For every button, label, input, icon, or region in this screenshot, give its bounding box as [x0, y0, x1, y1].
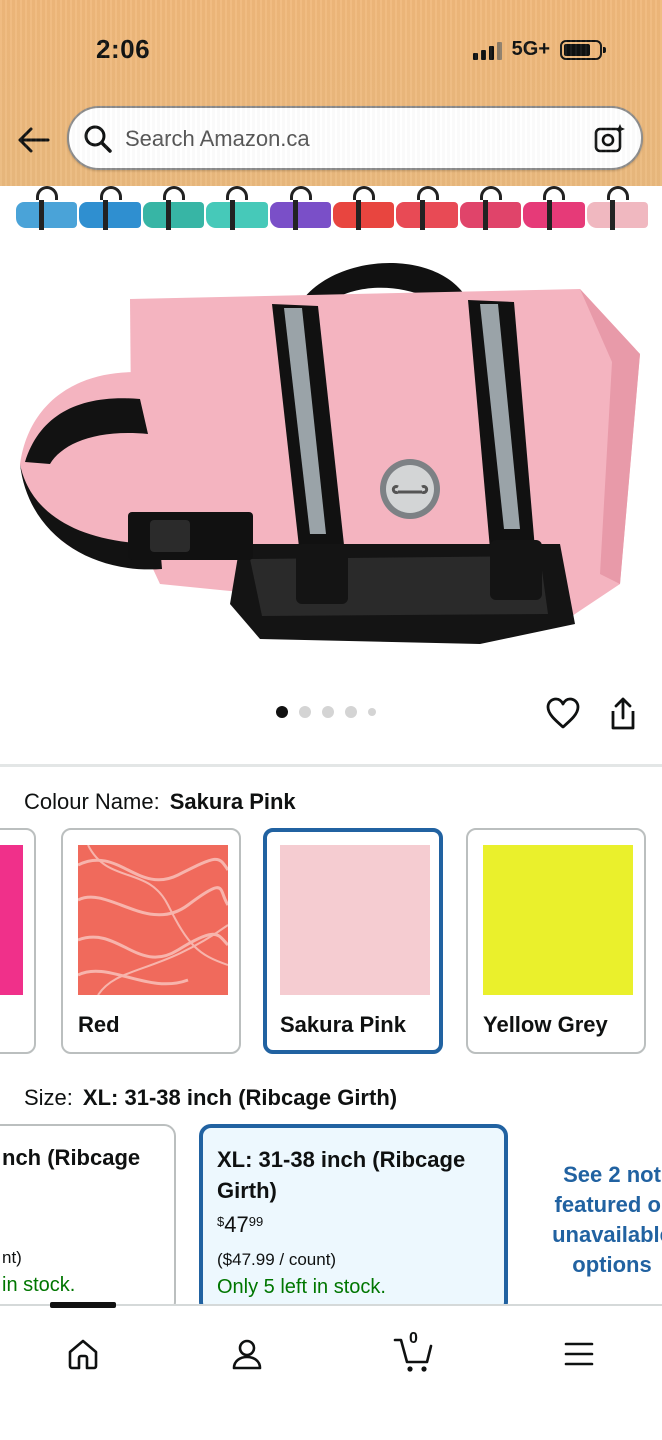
network-label: 5G+ — [511, 38, 550, 60]
pagination-dot[interactable] — [322, 706, 334, 718]
status-icons: 5G+ — [472, 38, 606, 61]
colour-option-red[interactable]: Red — [61, 828, 241, 1054]
search-input[interactable] — [125, 122, 565, 156]
pagination-dot[interactable] — [345, 706, 357, 718]
image-pagination[interactable] — [276, 706, 376, 718]
colour-option-sakura-pink[interactable]: Sakura Pink — [263, 828, 443, 1054]
colour-swatch — [0, 845, 23, 995]
colour-thumbnail[interactable] — [14, 186, 78, 244]
product-image[interactable] — [0, 244, 662, 684]
selected-size: XL: 31-38 inch (Ribcage Girth) — [82, 1085, 398, 1110]
colour-swatch — [280, 845, 430, 995]
colour-thumbnail[interactable] — [394, 186, 458, 244]
colour-option-yellow-grey[interactable]: Yellow Grey — [466, 828, 646, 1054]
colour-thumbnail[interactable] — [521, 186, 585, 244]
back-arrow-icon — [18, 127, 50, 153]
colour-thumbnail[interactable] — [458, 186, 522, 244]
price: $4799 — [217, 1212, 263, 1238]
section-divider — [0, 764, 662, 767]
colour-option-name: Yellow Grey — [483, 1012, 608, 1037]
heart-icon[interactable] — [545, 696, 581, 732]
nav-account[interactable] — [225, 1332, 269, 1376]
nav-home[interactable] — [61, 1332, 105, 1376]
scroll-indicator — [50, 1302, 116, 1308]
colour-thumbnail[interactable] — [141, 186, 205, 244]
colour-thumbnail[interactable] — [268, 186, 332, 244]
unit-price: ($47.99 / count) — [217, 1250, 337, 1269]
product-page: 2:06 5G+ Search Amazon.ca Colour Name: S… — [0, 0, 662, 1440]
search-bar[interactable] — [67, 106, 643, 170]
status-time: 2:06 — [96, 34, 151, 64]
menu-icon — [564, 1342, 594, 1366]
back-button[interactable] — [14, 120, 54, 160]
share-icon[interactable] — [607, 696, 639, 732]
price-dollars: 47 — [224, 1212, 249, 1237]
bottom-nav: 0 — [0, 1304, 662, 1440]
camera-search-icon[interactable] — [593, 122, 627, 156]
search-icon — [84, 125, 112, 153]
signal-icon — [472, 40, 502, 60]
size-label-row: Size: XL: 31-38 inch (Ribcage Girth) — [24, 1085, 397, 1111]
colour-thumbnail[interactable] — [204, 186, 268, 244]
pagination-dot[interactable] — [368, 708, 376, 716]
size-option-partial[interactable]: nch (Ribcage nt) in stock. — [0, 1124, 176, 1314]
colour-thumbnail-strip[interactable] — [14, 186, 648, 244]
size-option-xl[interactable]: XL: 31-38 inch (Ribcage Girth) $4799 ($4… — [199, 1124, 508, 1314]
pagination-dot[interactable] — [276, 706, 288, 718]
price-cents: 99 — [248, 1214, 264, 1229]
stock-status: in stock. — [2, 1274, 76, 1296]
pagination-dot[interactable] — [299, 706, 311, 718]
colour-option-name: Sakura Pink — [280, 1012, 406, 1037]
size-option-title: XL: 31-38 inch (Ribcage Girth) — [217, 1147, 466, 1203]
home-icon — [68, 1339, 98, 1370]
nav-menu[interactable] — [557, 1332, 601, 1376]
see-unavailable-options-link[interactable]: See 2 not featured or unavailable option… — [532, 1160, 662, 1280]
size-option-title: nch (Ribcage — [2, 1145, 141, 1170]
colour-thumbnail[interactable] — [77, 186, 141, 244]
header: 2:06 5G+ — [0, 0, 662, 186]
selected-colour: Sakura Pink — [169, 789, 296, 814]
nav-cart[interactable]: 0 — [392, 1330, 436, 1376]
account-icon — [232, 1339, 262, 1370]
colour-thumbnail[interactable] — [331, 186, 395, 244]
colour-swatch — [483, 845, 633, 995]
colour-label: Colour Name: — [24, 789, 160, 814]
size-label: Size: — [24, 1085, 73, 1110]
stock-status: Only 5 left in stock. — [217, 1276, 386, 1298]
colour-label-row: Colour Name: Sakura Pink — [24, 789, 296, 815]
colour-thumbnail[interactable] — [585, 186, 648, 244]
battery-icon — [560, 39, 606, 60]
colour-option-partial[interactable] — [0, 828, 36, 1054]
cart-count: 0 — [409, 1330, 418, 1347]
colour-option-name: Red — [78, 1012, 120, 1037]
colour-swatch — [78, 845, 228, 995]
price-symbol: $ — [217, 1214, 225, 1229]
unit-price: nt) — [2, 1248, 22, 1267]
